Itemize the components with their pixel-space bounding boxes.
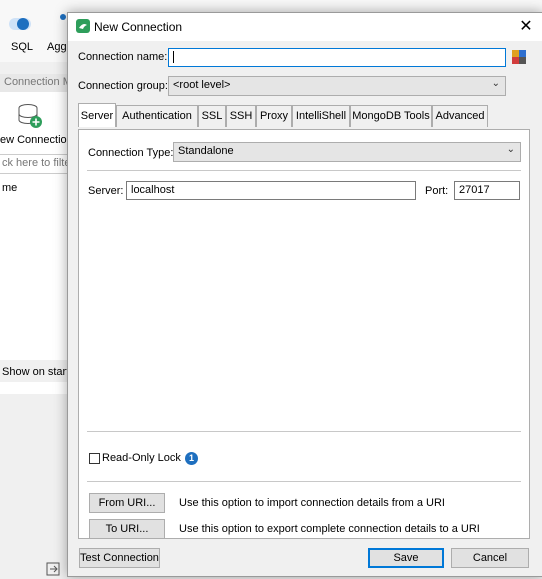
- show-on-startup-row: Show on startu: [0, 360, 75, 382]
- database-add-icon[interactable]: [16, 102, 44, 130]
- tab-ssl[interactable]: SSL: [198, 105, 226, 127]
- info-icon[interactable]: 1: [185, 452, 198, 465]
- connection-name-input[interactable]: [168, 48, 506, 67]
- toggle-icon[interactable]: [8, 16, 34, 32]
- connection-type-select[interactable]: Standalone ⌄: [173, 142, 521, 162]
- chevron-down-icon: ⌄: [506, 144, 515, 155]
- read-only-lock-checkbox[interactable]: [89, 453, 100, 464]
- connection-manager-panel: ew Connection ck here to filte me: [0, 92, 73, 394]
- tab-intellishell[interactable]: IntelliShell: [292, 105, 350, 127]
- from-uri-description: Use this option to import connection det…: [179, 497, 445, 509]
- port-input[interactable]: 27017: [454, 181, 520, 200]
- server-tab-panel: Connection Type: Standalone ⌄ Server: lo…: [78, 129, 530, 539]
- divider: [87, 170, 521, 171]
- tab-advanced[interactable]: Advanced: [432, 105, 488, 127]
- color-picker-icon[interactable]: [512, 50, 526, 64]
- tab-server[interactable]: Server: [78, 103, 116, 127]
- server-input[interactable]: localhost: [126, 181, 416, 200]
- read-only-lock-label[interactable]: Read-Only Lock: [102, 452, 181, 464]
- divider: [87, 481, 521, 482]
- connection-type-label: Connection Type:: [88, 147, 174, 159]
- filter-input[interactable]: ck here to filte: [0, 154, 70, 174]
- dialog-title: New Connection: [94, 20, 183, 34]
- port-label: Port:: [425, 185, 449, 197]
- name-column-header: me: [2, 182, 18, 194]
- chevron-down-icon: ⌄: [491, 78, 500, 89]
- show-on-startup-label[interactable]: Show on startu: [2, 366, 75, 378]
- toolbar-sql-label[interactable]: SQL: [11, 41, 33, 53]
- to-uri-button[interactable]: To URI...: [89, 519, 165, 539]
- server-label: Server:: [88, 185, 124, 197]
- divider: [87, 431, 521, 432]
- from-uri-button[interactable]: From URI...: [89, 493, 165, 513]
- tab-ssh[interactable]: SSH: [226, 105, 256, 127]
- tab-authentication[interactable]: Authentication: [116, 105, 198, 127]
- cancel-button[interactable]: Cancel: [451, 548, 529, 568]
- text-caret: [173, 51, 174, 64]
- connection-name-label: Connection name:: [78, 51, 168, 63]
- save-button[interactable]: Save: [368, 548, 444, 568]
- close-icon[interactable]: ✕: [516, 17, 536, 37]
- connection-group-select[interactable]: <root level> ⌄: [168, 76, 506, 96]
- dialog-titlebar[interactable]: New Connection ✕: [68, 13, 542, 41]
- toolbar-agg-label[interactable]: Agg: [47, 41, 67, 53]
- connection-manager-tab[interactable]: Connection M: [0, 74, 72, 92]
- tab-mongodb-tools[interactable]: MongoDB Tools: [350, 105, 432, 127]
- to-uri-description: Use this option to export complete conne…: [179, 523, 480, 535]
- export-icon[interactable]: [46, 562, 60, 576]
- tab-proxy[interactable]: Proxy: [256, 105, 292, 127]
- app-logo-icon: [76, 19, 90, 33]
- new-connection-dialog: New Connection ✕ Connection name: Connec…: [67, 12, 542, 577]
- test-connection-button[interactable]: Test Connection: [79, 548, 160, 568]
- new-connection-label[interactable]: ew Connection: [0, 134, 73, 146]
- connection-group-label: Connection group:: [78, 80, 168, 92]
